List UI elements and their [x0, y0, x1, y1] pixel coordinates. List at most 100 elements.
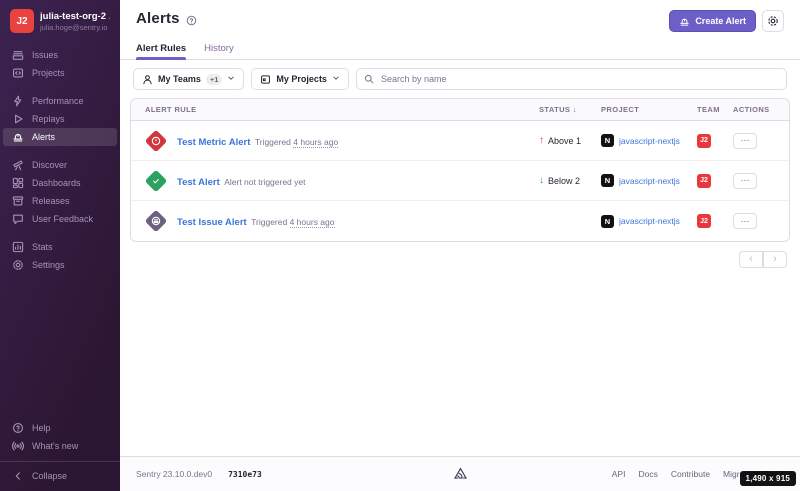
footer-link-docs[interactable]: Docs	[638, 469, 657, 479]
rule-subtext: Alert not triggered yet	[224, 177, 305, 187]
alert-rule-link[interactable]: Test Metric Alert	[177, 137, 250, 148]
nav-group-main: Issues Projects	[0, 46, 120, 82]
rule-subtext: Triggered 4 hours ago	[255, 137, 338, 147]
team-cell: J2	[697, 174, 733, 188]
gear-icon	[767, 15, 779, 27]
pagination-next-button[interactable]: ›	[763, 251, 787, 268]
teams-filter-label: My Teams	[158, 74, 201, 84]
projects-filter-dropdown[interactable]: My Projects	[251, 68, 349, 90]
team-avatar[interactable]: J2	[697, 174, 711, 188]
org-avatar[interactable]: J2	[10, 9, 34, 33]
row-actions-button[interactable]: ⋯	[733, 173, 757, 189]
page-header: Alerts Create Alert	[120, 0, 800, 32]
search-icon	[364, 74, 374, 84]
sidebar-item-label: Performance	[32, 96, 84, 106]
user-icon	[142, 74, 153, 85]
actions-cell: ⋯	[733, 133, 775, 149]
search-wrap	[356, 68, 787, 90]
project-cell: N javascript-nextjs	[601, 134, 697, 147]
sidebar-item-stats[interactable]: Stats	[3, 238, 117, 256]
teams-filter-dropdown[interactable]: My Teams +1	[133, 68, 244, 90]
sidebar-item-label: Settings	[32, 260, 65, 270]
row-actions-button[interactable]: ⋯	[733, 213, 757, 229]
discover-telescope-icon	[12, 159, 24, 171]
sentry-version: Sentry 23.10.0.dev0	[136, 469, 212, 479]
tab-alert-rules[interactable]: Alert Rules	[136, 39, 186, 59]
nav-group-insights: Discover Dashboards Releases User Feedba…	[0, 156, 120, 228]
sidebar-item-label: Releases	[32, 196, 70, 206]
dashboards-icon	[12, 177, 24, 189]
help-tooltip-icon[interactable]	[186, 13, 197, 24]
status-cell: ↑ Above 1	[539, 135, 601, 146]
actions-cell: ⋯	[733, 213, 775, 229]
footer-left: Sentry 23.10.0.dev0 7310e73	[136, 469, 453, 479]
sidebar-divider	[0, 461, 120, 462]
sidebar-bottom: Help What's new Collapse	[0, 419, 120, 485]
rule-cell: Test Alert Alert not triggered yet	[145, 172, 539, 190]
team-cell: J2	[697, 134, 733, 148]
alert-rule-link[interactable]: Test Issue Alert	[177, 217, 247, 228]
create-alert-button[interactable]: Create Alert	[669, 10, 756, 32]
footer-link-contribute[interactable]: Contribute	[671, 469, 710, 479]
projects-icon	[12, 67, 24, 79]
sidebar-item-issues[interactable]: Issues	[3, 46, 117, 64]
help-icon	[12, 422, 24, 434]
sidebar-item-replays[interactable]: Replays	[3, 110, 117, 128]
project-link[interactable]: javascript-nextjs	[619, 136, 680, 146]
relative-time[interactable]: 4 hours ago	[293, 137, 338, 148]
nextjs-platform-icon: N	[601, 174, 614, 187]
relative-time[interactable]: 4 hours ago	[290, 217, 335, 228]
footer-link-api[interactable]: API	[612, 469, 626, 479]
sidebar-item-dashboards[interactable]: Dashboards	[3, 174, 117, 192]
sidebar-item-help[interactable]: Help	[3, 419, 117, 437]
chevron-left-icon	[12, 470, 24, 482]
sidebar-item-releases[interactable]: Releases	[3, 192, 117, 210]
sidebar-item-discover[interactable]: Discover	[3, 156, 117, 174]
search-input[interactable]	[356, 68, 787, 90]
sidebar-item-label: What's new	[32, 441, 78, 451]
project-cube-icon	[260, 74, 271, 85]
sentry-logo-icon[interactable]	[453, 467, 468, 482]
alert-rule-link[interactable]: Test Alert	[177, 177, 220, 188]
siren-icon	[679, 16, 690, 27]
tab-history[interactable]: History	[204, 39, 234, 59]
team-avatar[interactable]: J2	[697, 214, 711, 228]
rule-cell: Test Metric Alert Triggered 4 hours ago	[145, 132, 539, 150]
tabs-bar: Alert Rules History	[120, 39, 800, 60]
replays-icon	[12, 113, 24, 125]
status-cell: ↓ Below 2	[539, 175, 601, 186]
rule-cell: Test Issue Alert Triggered 4 hours ago	[145, 212, 539, 230]
sidebar: J2 julia-test-org-2 … julia.hoge@sentry.…	[0, 0, 120, 491]
sidebar-item-projects[interactable]: Projects	[3, 64, 117, 82]
projects-filter-label: My Projects	[276, 74, 327, 84]
project-cell: N javascript-nextjs	[601, 215, 697, 228]
issue-alert-icon	[145, 210, 168, 233]
row-actions-button[interactable]: ⋯	[733, 133, 757, 149]
sidebar-collapse-button[interactable]: Collapse	[3, 467, 117, 485]
build-hash[interactable]: 7310e73	[228, 470, 262, 479]
org-switcher[interactable]: J2 julia-test-org-2 … julia.hoge@sentry.…	[0, 9, 120, 33]
team-avatar[interactable]: J2	[697, 134, 711, 148]
metric-alert-critical-icon	[145, 129, 168, 152]
rule-subtext: Triggered 4 hours ago	[251, 217, 334, 227]
sidebar-item-whats-new[interactable]: What's new	[3, 437, 117, 455]
column-header-status[interactable]: Status ↓	[539, 105, 601, 114]
sidebar-item-alerts[interactable]: Alerts	[3, 128, 117, 146]
table-row: Test Alert Alert not triggered yet ↓ Bel…	[131, 161, 789, 201]
sidebar-item-label: Replays	[32, 114, 65, 124]
rule-text: Test Metric Alert Triggered 4 hours ago	[177, 132, 338, 150]
rule-text: Test Alert Alert not triggered yet	[177, 172, 305, 190]
project-link[interactable]: javascript-nextjs	[619, 216, 680, 226]
releases-archive-icon	[12, 195, 24, 207]
project-link[interactable]: javascript-nextjs	[619, 176, 680, 186]
sidebar-item-performance[interactable]: Performance	[3, 92, 117, 110]
sidebar-item-label: User Feedback	[32, 214, 93, 224]
table-row: Test Metric Alert Triggered 4 hours ago …	[131, 121, 789, 161]
alerts-settings-button[interactable]	[762, 10, 784, 32]
alert-rules-table: Alert Rule Status ↓ Project Team Actions…	[130, 98, 790, 242]
chevron-down-icon	[332, 74, 340, 84]
pagination-prev-button[interactable]: ‹	[739, 251, 763, 268]
sidebar-item-settings[interactable]: Settings	[3, 256, 117, 274]
sidebar-item-user-feedback[interactable]: User Feedback	[3, 210, 117, 228]
header-actions: Create Alert	[669, 10, 784, 32]
